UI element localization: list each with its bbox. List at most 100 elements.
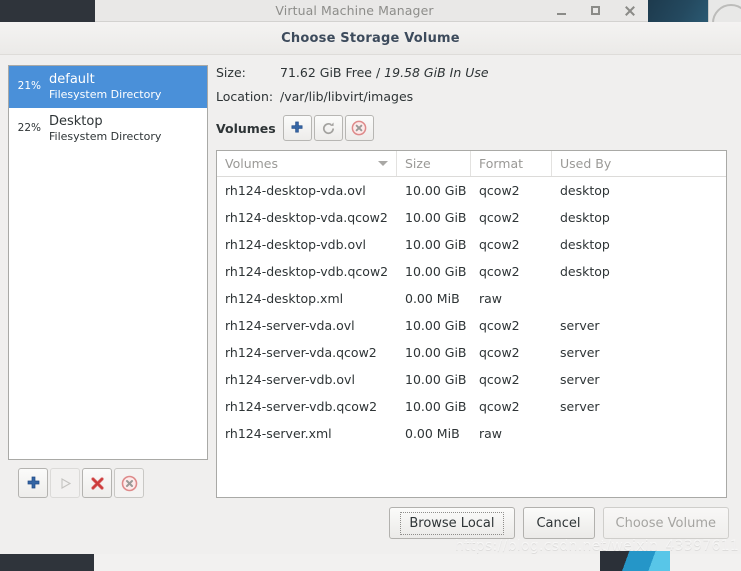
- cell-volumes: rh124-server-vda.qcow2: [225, 345, 377, 360]
- cell-size: 10.00 GiB: [405, 264, 467, 279]
- refresh-volumes-button[interactable]: [313, 115, 343, 141]
- pool-text: Desktop Filesystem Directory: [49, 114, 161, 144]
- page-title: Choose Storage Volume: [281, 30, 460, 46]
- volume-panel: Size: 71.62 GiB Free / 19.58 GiB In Use …: [216, 65, 733, 498]
- cell-used-by: desktop: [560, 264, 610, 279]
- table-row[interactable]: rh124-desktop.xml 0.00 MiB raw: [217, 285, 726, 312]
- pool-size-row: Size: 71.62 GiB Free / 19.58 GiB In Use: [216, 65, 727, 80]
- cancel-button[interactable]: Cancel: [522, 507, 595, 539]
- maximize-icon: [590, 6, 600, 15]
- delete-circle-icon: [351, 120, 367, 136]
- size-value: 71.62 GiB Free / 19.58 GiB In Use: [280, 65, 489, 80]
- cell-volumes: rh124-server-vda.ovl: [225, 318, 355, 333]
- size-free: 71.62 GiB Free: [280, 65, 372, 80]
- table-row[interactable]: rh124-server.xml 0.00 MiB raw: [217, 420, 726, 447]
- cell-format: qcow2: [479, 237, 520, 252]
- sidebar-item-default[interactable]: 21% default Filesystem Directory: [9, 66, 207, 108]
- minimize-button[interactable]: [544, 1, 578, 21]
- cell-volumes: rh124-desktop.xml: [225, 291, 344, 306]
- table-row[interactable]: rh124-server-vdb.qcow2 10.00 GiB qcow2 serv…: [217, 393, 726, 420]
- desktop-background-left: [0, 0, 96, 22]
- cell-volumes: rh124-desktop-vdb.qcow2: [225, 264, 389, 279]
- add-pool-button[interactable]: [18, 468, 48, 498]
- cell-size: 10.00 GiB: [405, 237, 467, 252]
- cell-volumes: rh124-server-vdb.ovl: [225, 372, 355, 387]
- cancel-label: Cancel: [536, 515, 581, 531]
- window-title: Virtual Machine Manager: [275, 3, 434, 18]
- dialog-body: 21% default Filesystem Directory 22% Des…: [0, 55, 741, 498]
- cell-used-by: desktop: [560, 183, 610, 198]
- column-header-volumes[interactable]: Volumes: [217, 151, 397, 176]
- cell-format: raw: [479, 426, 503, 441]
- volumes-label: Volumes: [216, 120, 276, 136]
- cell-used-by: server: [560, 318, 600, 333]
- table-row[interactable]: rh124-desktop-vdb.qcow2 10.00 GiB qcow2 des…: [217, 258, 726, 285]
- pool-type: Filesystem Directory: [49, 129, 162, 143]
- cell-format: qcow2: [479, 372, 520, 387]
- table-row[interactable]: rh124-server-vda.qcow2 10.00 GiB qcow2 serv…: [217, 339, 726, 366]
- close-icon: [624, 5, 635, 16]
- maximize-button[interactable]: [578, 1, 612, 21]
- cell-format: raw: [479, 291, 503, 306]
- table-row[interactable]: rh124-desktop-vda.ovl 10.00 GiB qcow2 deskt…: [217, 177, 726, 204]
- cell-used-by: desktop: [560, 237, 610, 252]
- delete-volume-button[interactable]: [344, 115, 374, 141]
- minimize-icon: [556, 12, 566, 15]
- table-row[interactable]: rh124-server-vda.ovl 10.00 GiB qcow2 server: [217, 312, 726, 339]
- plus-icon: [26, 476, 41, 491]
- cell-format: qcow2: [479, 345, 520, 360]
- chevron-down-icon: [378, 161, 388, 166]
- cell-size: 0.00 MiB: [405, 426, 460, 441]
- storage-pool-panel: 21% default Filesystem Directory 22% Des…: [8, 65, 208, 498]
- column-header-format[interactable]: Format: [471, 151, 552, 176]
- location-label: Location:: [216, 89, 274, 104]
- cell-size: 10.00 GiB: [405, 345, 467, 360]
- table-row[interactable]: rh124-server-vdb.ovl 10.00 GiB qcow2 server: [217, 366, 726, 393]
- table-body: rh124-desktop-vda.ovl 10.00 GiB qcow2 deskt…: [217, 177, 726, 497]
- size-separator: /: [372, 65, 385, 80]
- table-header-row: Volumes Size Format Used By: [217, 151, 726, 177]
- desktop-corner-widget: [708, 0, 741, 42]
- cell-volumes: rh124-desktop-vdb.ovl: [225, 237, 367, 252]
- cell-used-by: server: [560, 345, 600, 360]
- start-pool-button: [50, 468, 80, 498]
- close-button[interactable]: [612, 1, 646, 21]
- column-header-volumes-label: Volumes: [225, 156, 279, 171]
- table-row[interactable]: rh124-desktop-vdb.ovl 10.00 GiB qcow2 deskt…: [217, 231, 726, 258]
- size-in-use: 19.58 GiB In Use: [384, 65, 489, 80]
- column-header-used-by-label: Used By: [560, 156, 612, 171]
- dialog-header: Choose Storage Volume: [0, 22, 741, 55]
- pool-usage-percent: 22%: [17, 122, 41, 134]
- window-titlebar: Virtual Machine Manager: [95, 0, 648, 22]
- storage-pool-list[interactable]: 21% default Filesystem Directory 22% Des…: [8, 65, 208, 460]
- stop-pool-button[interactable]: [82, 468, 112, 498]
- column-header-size[interactable]: Size: [397, 151, 471, 176]
- pool-name: default: [49, 71, 95, 87]
- column-header-size-label: Size: [405, 156, 431, 171]
- delete-pool-button[interactable]: [114, 468, 144, 498]
- table-row[interactable]: rh124-desktop-vda.qcow2 10.00 GiB qcow2 des…: [217, 204, 726, 231]
- delete-circle-icon: [121, 475, 138, 492]
- browse-local-button[interactable]: Browse Local: [389, 507, 515, 539]
- cell-format: qcow2: [479, 264, 520, 279]
- plus-icon: [290, 121, 304, 135]
- new-volume-button[interactable]: [282, 115, 312, 141]
- watermark: https://blog.csdn.net/weixin_43397611: [455, 538, 740, 554]
- sidebar-item-desktop[interactable]: 22% Desktop Filesystem Directory: [9, 108, 207, 150]
- cell-format: qcow2: [479, 318, 520, 333]
- column-header-format-label: Format: [479, 156, 524, 171]
- choose-volume-label: Choose Volume: [615, 515, 716, 531]
- location-value: /var/lib/libvirt/images: [280, 89, 414, 104]
- cell-format: qcow2: [479, 183, 520, 198]
- browse-local-label: Browse Local: [400, 511, 504, 535]
- column-header-used-by[interactable]: Used By: [552, 151, 726, 176]
- cell-volumes: rh124-desktop-vda.qcow2: [225, 210, 388, 225]
- cell-used-by: server: [560, 399, 600, 414]
- volumes-header: Volumes: [216, 115, 727, 141]
- cell-used-by: server: [560, 372, 600, 387]
- stop-x-icon: [89, 475, 106, 492]
- cell-size: 10.00 GiB: [405, 318, 467, 333]
- desktop-taskbar-left: [0, 554, 94, 571]
- screen: Virtual Machine Manager Choose Storage V…: [0, 0, 741, 571]
- cell-format: qcow2: [479, 210, 520, 225]
